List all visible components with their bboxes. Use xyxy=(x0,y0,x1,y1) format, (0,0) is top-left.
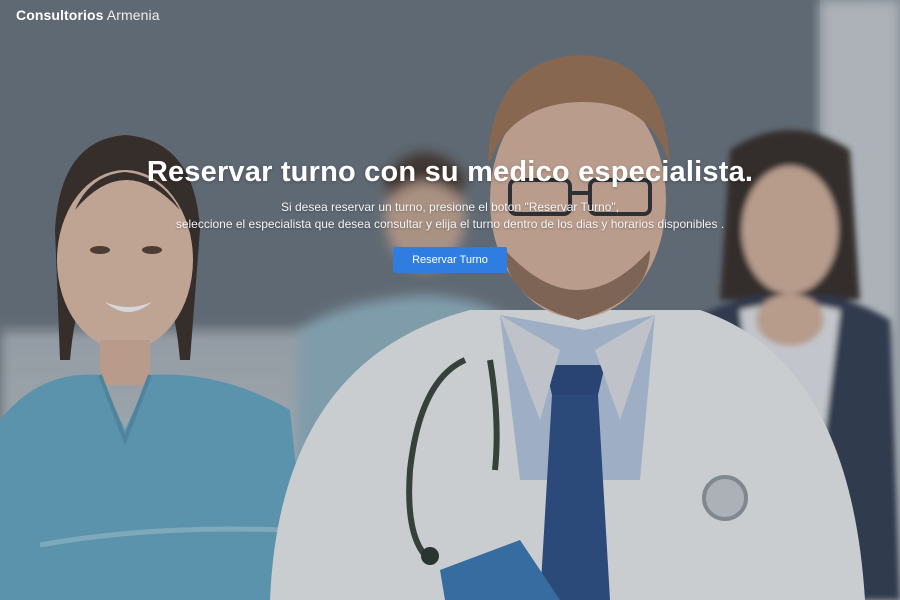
hero-subtitle: Si desea reservar un turno, presione el … xyxy=(0,199,900,233)
hero-section: Consultorios Armenia Reservar turno con … xyxy=(0,0,900,600)
brand-name: Consultorios xyxy=(16,7,104,23)
hero-content: Reservar turno con su medico especialist… xyxy=(0,156,900,273)
reservar-turno-button[interactable]: Reservar Turno xyxy=(393,247,507,273)
hero-overlay xyxy=(0,0,900,600)
brand-location: Armenia xyxy=(106,7,160,23)
hero-subtitle-line2: seleccione el especialista que desea con… xyxy=(175,217,725,231)
navbar-brand[interactable]: Consultorios Armenia xyxy=(16,7,160,23)
hero-subtitle-line1: Si desea reservar un turno, presione el … xyxy=(280,200,620,214)
hero-title: Reservar turno con su medico especialist… xyxy=(146,156,754,188)
